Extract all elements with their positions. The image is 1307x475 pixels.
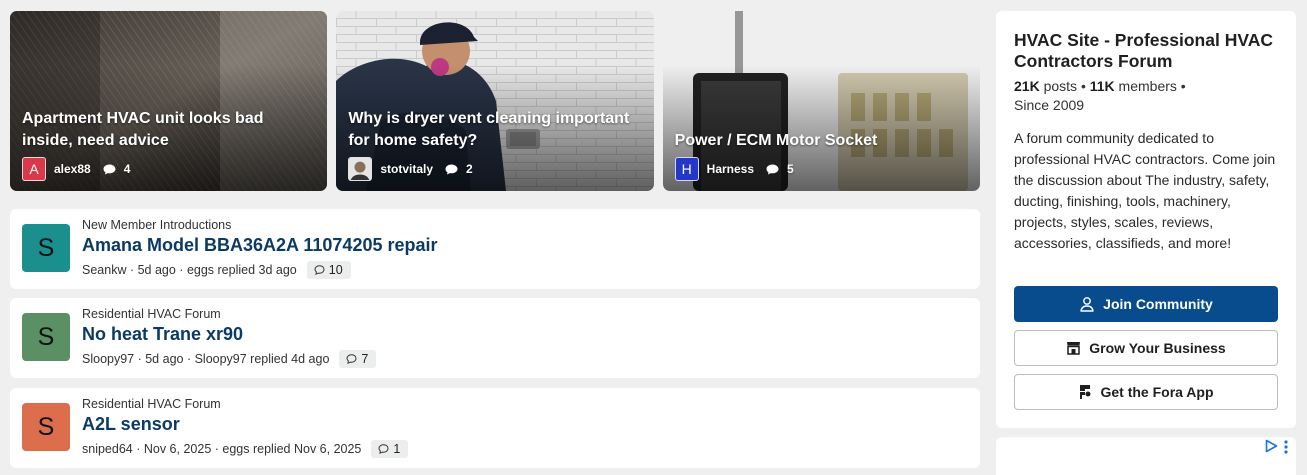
- user-icon: [1080, 297, 1094, 312]
- comment-bubble-icon: [314, 265, 325, 275]
- post-age: 5d ago: [137, 263, 176, 277]
- avatar[interactable]: S: [22, 224, 70, 272]
- author-name[interactable]: alex88: [54, 162, 91, 176]
- reply-count-badge: 10: [306, 261, 351, 279]
- reply-count: 10: [328, 263, 343, 277]
- comment-bubble-icon: [103, 164, 116, 174]
- comment-count: 5: [787, 162, 794, 176]
- posts-count: 21K: [1014, 78, 1040, 94]
- last-reply: Sloopy97 replied 4d ago: [194, 352, 330, 366]
- avatar[interactable]: [348, 157, 373, 181]
- community-title: HVAC Site - Professional HVAC Contractor…: [1014, 30, 1273, 71]
- post-age: 5d ago: [145, 352, 184, 366]
- comment-count: 4: [123, 162, 131, 176]
- post-age: Nov 6, 2025: [143, 442, 212, 456]
- grow-business-label: Grow Your Business: [1089, 340, 1226, 356]
- reply-count-badge: 1: [371, 440, 409, 458]
- thread-title[interactable]: No heat Trane xr90: [82, 324, 243, 345]
- thread-meta: sniped64 · Nov 6, 2025 · eggs replied No…: [82, 440, 409, 458]
- author-name[interactable]: stotvitaly: [380, 162, 433, 176]
- comment-bubble-icon: [378, 444, 389, 454]
- thread-title[interactable]: A2L sensor: [82, 414, 180, 435]
- featured-card[interactable]: Why is dryer vent cleaning important for…: [336, 11, 654, 191]
- separator: ·: [183, 352, 195, 366]
- featured-card[interactable]: Power / ECM Motor Socket H Harness 5: [662, 11, 980, 191]
- separator: •: [1080, 78, 1086, 94]
- separator: ·: [126, 263, 138, 277]
- avatar[interactable]: S: [22, 403, 70, 451]
- thread-row[interactable]: S Residential HVAC Forum No heat Trane x…: [10, 298, 980, 378]
- join-community-label: Join Community: [1103, 296, 1213, 312]
- separator: ·: [211, 442, 223, 456]
- separator: ·: [132, 442, 144, 456]
- reply-count: 7: [361, 352, 369, 366]
- separator: ·: [175, 263, 187, 277]
- comment-count: 2: [466, 162, 473, 176]
- avatar[interactable]: S: [22, 313, 70, 361]
- separator: ·: [134, 352, 146, 366]
- members-count: 11K: [1089, 78, 1115, 94]
- forum-name[interactable]: New Member Introductions: [82, 218, 231, 232]
- last-reply: eggs replied Nov 6, 2025: [222, 442, 362, 456]
- ad-slot: [996, 437, 1296, 475]
- author-name[interactable]: Harness: [707, 162, 754, 176]
- posts-label: posts: [1043, 78, 1078, 94]
- thread-title[interactable]: Amana Model BBA36A2A 11074205 repair: [82, 235, 438, 256]
- store-icon: [1067, 342, 1081, 355]
- last-reply: eggs replied 3d ago: [186, 263, 297, 277]
- comment-bubble-icon: [766, 164, 779, 174]
- author-name[interactable]: Seankw: [82, 263, 126, 277]
- reply-count-badge: 7: [339, 350, 377, 368]
- members-label: members: [1118, 78, 1177, 94]
- featured-meta: H Harness 5: [674, 157, 794, 181]
- thread-meta: Seankw · 5d ago · eggs replied 3d ago 10: [82, 261, 351, 279]
- featured-title[interactable]: Apartment HVAC unit looks bad inside, ne…: [22, 108, 315, 152]
- featured-title[interactable]: Why is dryer vent cleaning important for…: [348, 108, 641, 152]
- founded-date: Since 2009: [1014, 97, 1085, 113]
- featured-threads: Apartment HVAC unit looks bad inside, ne…: [10, 11, 980, 191]
- thread-row[interactable]: S Residential HVAC Forum A2L sensor snip…: [10, 388, 980, 468]
- join-community-button[interactable]: Join Community: [1014, 286, 1278, 322]
- ad-choices-icon[interactable]: [1265, 439, 1278, 453]
- featured-meta: stotvitaly 2: [348, 157, 473, 181]
- author-name[interactable]: Sloopy97: [82, 352, 134, 366]
- comment-bubble-icon: [445, 164, 458, 174]
- author-name[interactable]: sniped64: [82, 442, 133, 456]
- ad-menu-icon[interactable]: [1284, 440, 1288, 454]
- avatar[interactable]: A: [22, 157, 46, 181]
- community-description: A forum community dedicated to professio…: [1014, 130, 1276, 251]
- community-sidebar: HVAC Site - Professional HVAC Contractor…: [996, 11, 1296, 428]
- featured-title[interactable]: Power / ECM Motor Socket: [675, 130, 968, 152]
- forum-name[interactable]: Residential HVAC Forum: [82, 307, 221, 321]
- reply-count: 1: [393, 442, 401, 456]
- thread-meta: Sloopy97 · 5d ago · Sloopy97 replied 4d …: [82, 350, 377, 368]
- comment-bubble-icon: [346, 354, 357, 364]
- featured-card[interactable]: Apartment HVAC unit looks bad inside, ne…: [10, 11, 328, 191]
- separator: •: [1180, 78, 1186, 94]
- featured-meta: A alex88 4: [22, 157, 130, 181]
- avatar[interactable]: H: [674, 157, 699, 181]
- get-app-button[interactable]: Get the Fora App: [1014, 374, 1278, 410]
- fora-app-icon: [1080, 385, 1091, 399]
- community-stats: 21K posts • 11K members • Since 2009: [1014, 77, 1284, 115]
- grow-business-button[interactable]: Grow Your Business: [1014, 330, 1278, 366]
- forum-name[interactable]: Residential HVAC Forum: [82, 397, 221, 411]
- avatar-photo: [349, 158, 372, 180]
- get-app-label: Get the Fora App: [1100, 384, 1214, 400]
- thread-row[interactable]: S New Member Introductions Amana Model B…: [10, 209, 980, 289]
